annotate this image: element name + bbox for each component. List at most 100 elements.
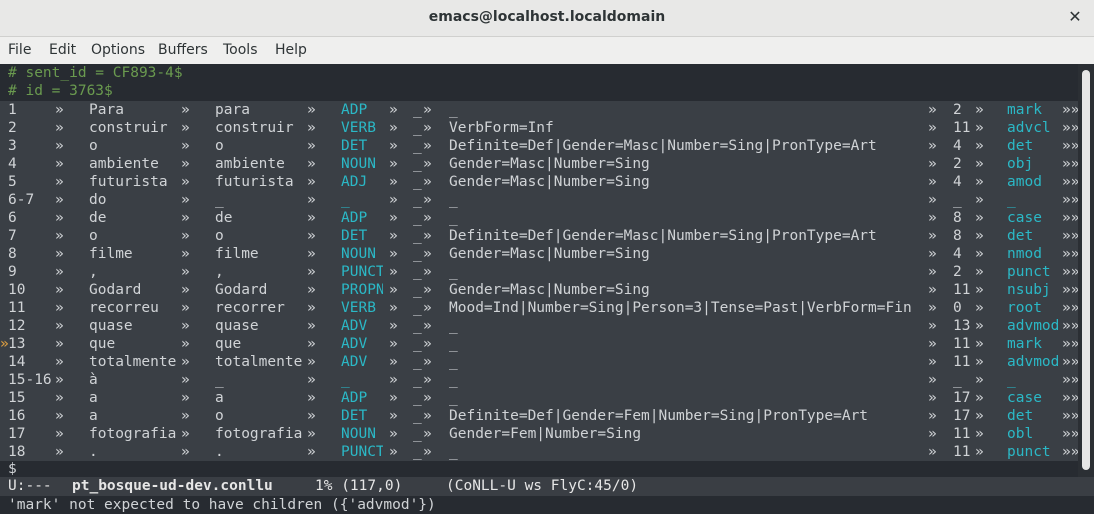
conllu-row[interactable]: 1 Para para ADP _ _ 2 mark»»»»»»»»» [0,101,1079,119]
menu-options[interactable]: Options [91,42,145,58]
field-deprel: case [1007,390,1042,406]
tab-glyph: » [928,282,937,298]
field-upos: ADP [341,390,368,406]
tab-glyph: » [928,300,937,316]
tab-glyph: » [389,246,398,262]
conllu-row[interactable]: 13 que que ADV _ _ 11 mark»»»»»»»»»» [0,335,1080,355]
field-head: 2 [953,264,962,280]
conllu-row[interactable]: 16 a o DET _ Definite=Def|Gender=Fem|Number=S… [0,407,1079,425]
conllu-row[interactable]: 5 futurista futurista ADJ _ Gender=Masc|Numbe… [0,173,1079,191]
conllu-row[interactable]: 15-16 à _ _ _ _ _ _»»»»»»»»» [0,371,1079,389]
tab-glyph: » [928,192,937,208]
field-lemma: futurista [215,174,294,190]
conllu-row[interactable]: 18.. PUNCT _ _ 11 punct»»»»»»»»» [0,443,1079,461]
tab-glyph: » [975,372,984,388]
buffer-name[interactable]: pt_bosque-ud-dev.conllu [72,477,273,496]
conllu-row[interactable]: 14 totalmente totalmente ADV _ _ 11 advmod»»»»»… [0,353,1079,371]
field-lemma: filme [215,246,259,262]
field-lemma: _ [215,192,224,208]
tab-glyph: »» [1062,426,1080,442]
field-lemma: _ [215,372,224,388]
menu-tools[interactable]: Tools [223,42,258,58]
conllu-row[interactable]: 15 a a ADP _ _ 17 case»»»»»»»»» [0,389,1079,407]
tab-glyph: » [423,174,432,190]
conllu-row[interactable]: 3 o o DET _ Definite=Def|Gender=Masc|Number=S… [0,137,1079,155]
field-upos: PROPN [341,282,383,298]
field-head: 17 [953,390,971,406]
tab-glyph: » [181,408,190,424]
field-lemma: . [215,444,224,460]
tab-glyph: » [928,354,937,370]
field-head: _ [953,372,962,388]
tab-glyph: » [55,444,64,460]
field-id: 4 [8,156,17,172]
field-deprel: det [1007,408,1034,424]
scrollbar-thumb[interactable] [1082,70,1090,470]
tab-glyph: » [307,354,316,370]
field-lemma: quase [215,318,259,334]
field-form: . [89,444,98,460]
tab-glyph: » [389,335,398,355]
field-lemma: totalmente [215,354,303,370]
conllu-row[interactable]: 8 filme filme NOUN _ Gender=Masc|Number=Sing 4… [0,245,1079,263]
field-upos: NOUN [341,426,376,442]
tab-glyph: » [55,390,64,406]
tab-glyph: » [55,138,64,154]
tab-glyph: » [975,174,984,190]
field-upos: VERB [341,120,376,136]
field-feats: _ [449,102,458,118]
field-upos: NOUN [341,246,376,262]
conllu-row[interactable]: 2 construir construir VERB _ VerbForm=Inf 11 ad… [0,119,1079,137]
field-head: 13 [953,318,971,334]
conllu-row[interactable]: 17 fotografia fotografia NOUN _ Gender=Fem|Nu… [0,425,1080,443]
field-feats: Gender=Masc|Number=Sing [449,156,650,172]
tab-glyph: » [181,228,190,244]
tab-glyph: » [307,138,316,154]
tab-glyph: » [55,120,64,136]
field-deprel: mark [1007,102,1042,118]
menu-file[interactable]: File [8,42,31,58]
conllu-row[interactable]: 6 de de ADP _ _ 8 case»»»»»»»»» [0,209,1079,227]
conllu-row[interactable]: 9,, PUNCT _ _ 2 punct»»»»»»»»» [0,263,1079,281]
tab-glyph: » [55,228,64,244]
field-head: 4 [953,174,962,190]
tab-glyph: » [975,318,984,334]
tab-glyph: » [423,444,432,460]
comment-line: # id = 3763$ [8,83,113,99]
tab-glyph: » [928,390,937,406]
menu-edit[interactable]: Edit [49,42,76,58]
field-id: 7 [8,228,17,244]
tab-glyph: » [389,120,398,136]
field-upos: NOUN [341,156,376,172]
tab-glyph: » [423,372,432,388]
text-buffer[interactable]: # sent_id = CF893-4$ # id = 3763$ 1 Para p… [0,64,1080,477]
tab-glyph: » [55,408,64,424]
field-upos: PUNCT [341,444,383,460]
tab-glyph: » [928,372,937,388]
conllu-row[interactable]: 10 Godard Godard PROPN _ Gender=Masc|Number=S… [0,281,1079,299]
field-deprel: _ [1007,372,1016,388]
field-form: a [89,390,98,406]
conllu-row[interactable]: 6-7 do _ _ _ _ _ _»»»»»»»»» [0,191,1079,209]
field-form: ambiente [89,156,159,172]
tab-glyph: » [928,444,937,460]
field-deprel: obl [1007,426,1034,442]
conllu-row[interactable]: 11 recorreu recorrer VERB _ Mood=Ind|Number=S… [0,299,1079,317]
field-upos: ADV [341,354,368,370]
field-id: 15 [8,390,26,406]
conllu-row[interactable]: 7 o o DET _ Definite=Def|Gender=Masc|Number=S… [0,227,1079,245]
tab-glyph: » [181,300,190,316]
conllu-row[interactable]: 4 ambiente ambiente NOUN _ Gender=Masc|Number… [0,155,1079,173]
field-form: recorreu [89,300,159,316]
tab-glyph: » [181,120,190,136]
tab-glyph: »» [1062,318,1080,334]
menu-help[interactable]: Help [275,42,307,58]
conllu-row[interactable]: 12 quase quase ADV _ _ 13 advmod»»»»»»»»» [0,317,1080,335]
tab-glyph: » [307,408,316,424]
menu-buffers[interactable]: Buffers [158,42,208,58]
tab-glyph: » [975,264,984,280]
tab-glyph: » [181,444,190,460]
vertical-scrollbar[interactable] [1078,64,1094,477]
major-minor-modes[interactable]: (CoNLL-U ws FlyC:45/0) [446,477,638,496]
close-icon[interactable]: ✕ [1066,8,1084,26]
